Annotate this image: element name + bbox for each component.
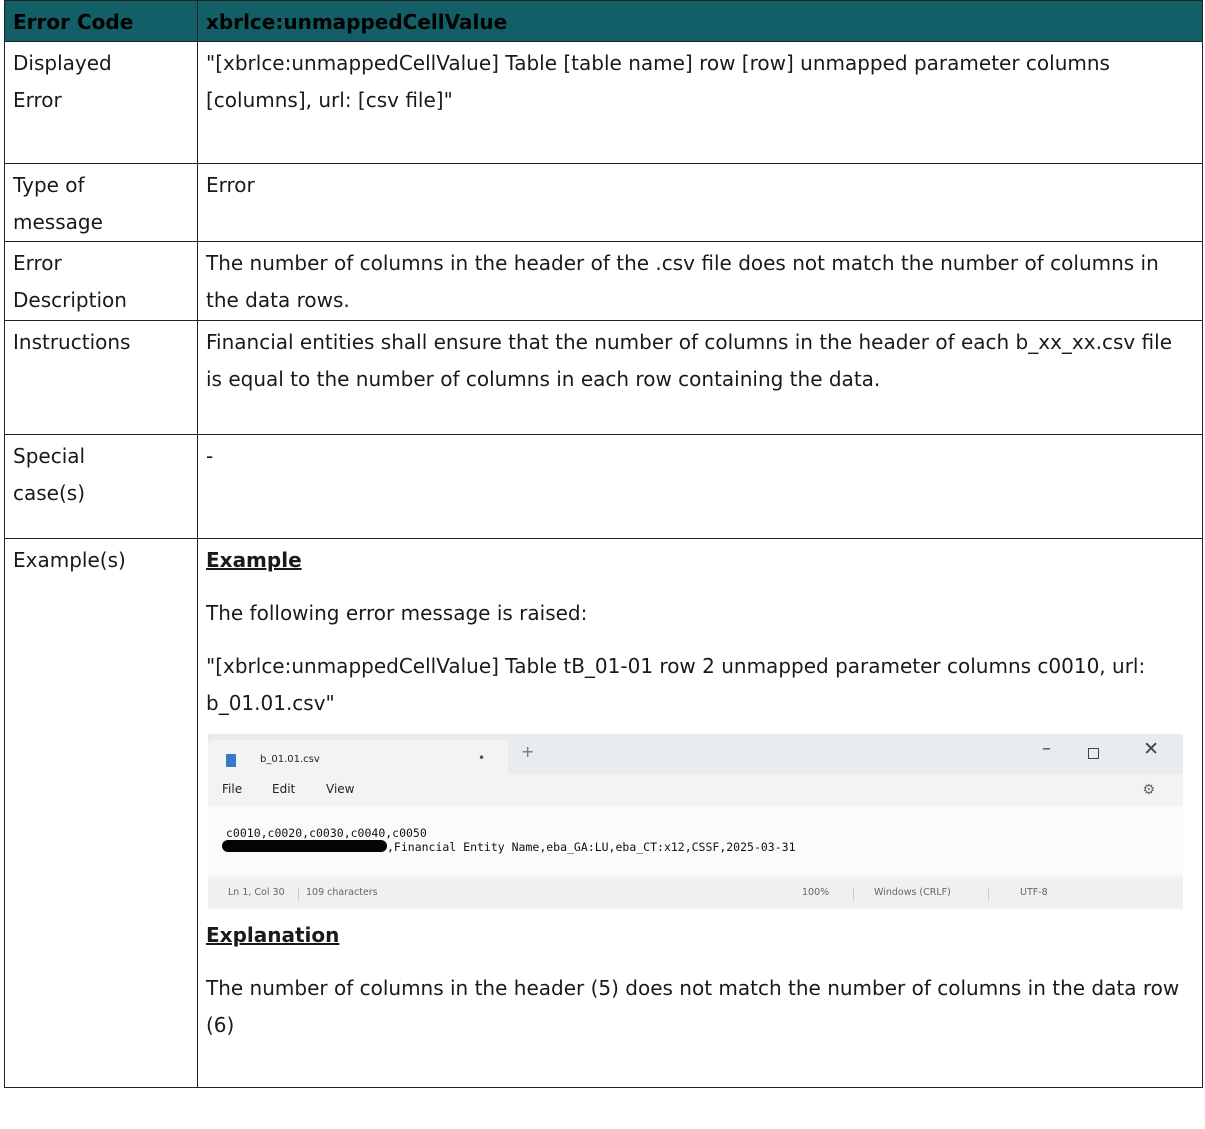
minimize-icon[interactable]: – [1042,738,1051,759]
error-code-value: xbrlce:unmappedCellValue [197,0,1203,42]
menu-view[interactable]: View [326,782,354,796]
instructions-row: Instructions Financial entities shall en… [4,320,1203,435]
error-description-row: Error Description The number of columns i… [4,241,1203,321]
example-heading: Example [206,548,302,572]
unsaved-dot-icon: • [478,751,486,765]
special-cases-row: Special case(s) - [4,434,1203,539]
maximize-icon[interactable] [1088,748,1099,759]
example-message: "[xbrlce:unmappedCellValue] Table tB_01-… [206,654,1146,715]
explanation-text: The number of columns in the header (5) … [206,976,1180,1037]
example-intro: The following error message is raised: [206,601,588,625]
error-spec-table: Error Code xbrlce:unmappedCellValue Disp… [4,0,1203,1088]
displayed-error-value: "[xbrlce:unmappedCellValue] Table [table… [197,41,1203,164]
instructions-value: Financial entities shall ensure that the… [197,320,1203,435]
close-icon[interactable]: ✕ [1143,738,1159,760]
encoding[interactable]: UTF-8 [1020,887,1048,898]
explanation-heading: Explanation [206,923,340,947]
special-cases-label: Special case(s) [4,434,198,539]
message-type-label: Type of message [4,163,198,242]
csv-data-line: ,Financial Entity Name,eba_GA:LU,eba_CT:… [222,840,796,854]
displayed-error-label: Displayed Error [4,41,198,164]
line-ending[interactable]: Windows (CRLF) [874,887,951,898]
error-description-value: The number of columns in the header of t… [197,241,1203,321]
header-label: Error Code [4,0,198,42]
zoom-level[interactable]: 100% [802,887,829,898]
new-tab-icon[interactable]: + [521,742,534,761]
message-type-row: Type of message Error [4,163,1203,242]
character-count: 109 characters [306,887,378,898]
menu-edit[interactable]: Edit [272,782,295,796]
notepad-statusbar: Ln 1, Col 30 109 characters 100% Windows… [208,879,1183,907]
notepad-screenshot: b_01.01.csv • + – ✕ File Edit View ⚙ c00… [208,734,1183,909]
examples-content: Example The following error message is r… [197,538,1203,1088]
csv-header-line: c0010,c0020,c0030,c0040,c0050 [226,826,427,840]
settings-gear-icon[interactable]: ⚙ [1142,782,1155,798]
file-icon [226,754,236,767]
examples-row: Example(s) Example The following error m… [4,538,1203,1088]
header-row: Error Code xbrlce:unmappedCellValue [4,0,1203,42]
menu-file[interactable]: File [222,782,242,796]
notepad-tab-title: b_01.01.csv [260,754,320,765]
special-cases-value: - [197,434,1203,539]
notepad-titlebar: b_01.01.csv • + – ✕ [208,734,1183,774]
notepad-tab[interactable]: b_01.01.csv • [208,740,508,774]
displayed-error-row: Displayed Error "[xbrlce:unmappedCellValu… [4,41,1203,164]
error-description-label: Error Description [4,241,198,321]
redaction-mark [222,840,387,852]
notepad-editor[interactable]: c0010,c0020,c0030,c0040,c0050 ,Financial… [208,806,1183,876]
cursor-position: Ln 1, Col 30 [228,887,285,898]
examples-label: Example(s) [4,538,198,1088]
message-type-value: Error [197,163,1203,242]
instructions-label: Instructions [4,320,198,435]
